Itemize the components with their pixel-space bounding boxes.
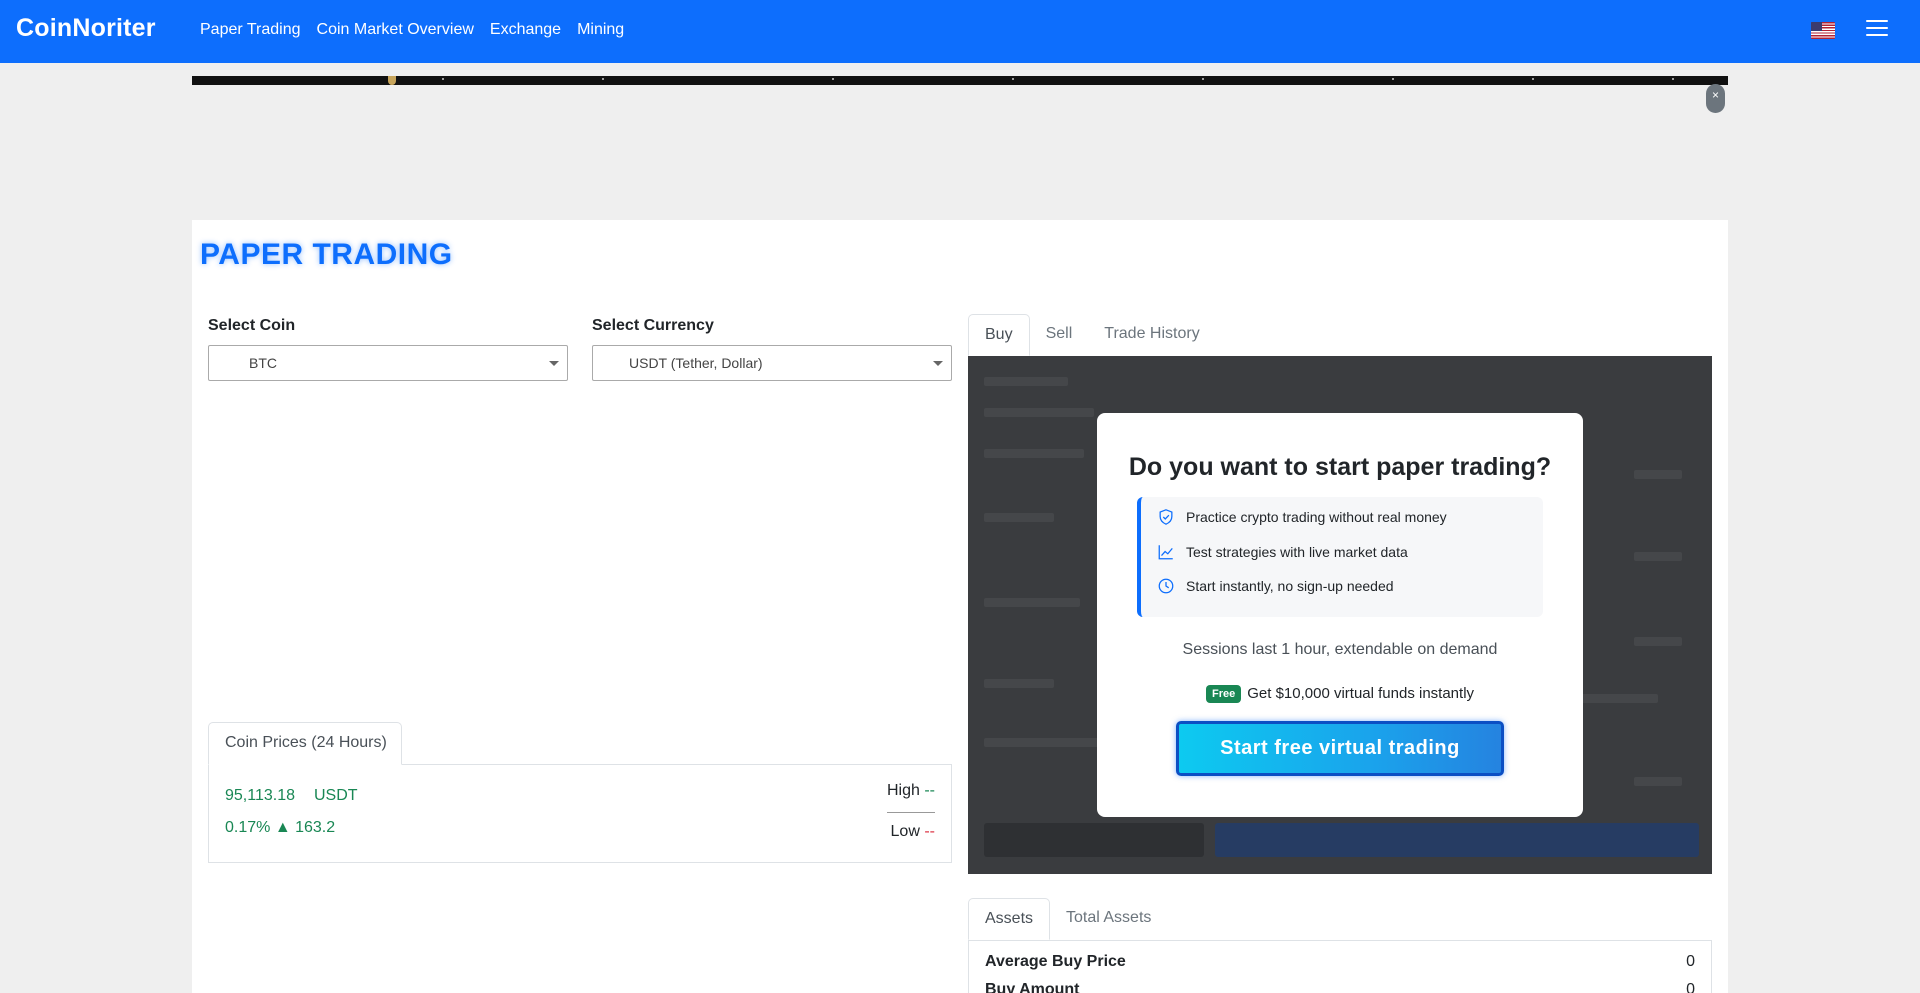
hamburger-menu-icon[interactable] — [1866, 20, 1888, 38]
buy-amount-label: Buy Amount — [985, 981, 1080, 993]
coin-select-value: BTC — [249, 355, 277, 371]
tab-buy[interactable]: Buy — [968, 314, 1030, 356]
tab-coin-prices[interactable]: Coin Prices (24 Hours) — [208, 722, 402, 765]
feature-item: Practice crypto trading without real mon… — [1157, 507, 1447, 527]
clock-icon — [1158, 578, 1174, 594]
tab-sell[interactable]: Sell — [1030, 314, 1089, 356]
tab-trade-history[interactable]: Trade History — [1088, 314, 1215, 356]
low-label: Low — [890, 823, 920, 840]
nav-link-mining[interactable]: Mining — [577, 21, 624, 39]
ad-banner[interactable] — [192, 76, 1728, 85]
high-value: -- — [924, 782, 935, 799]
feature-text: Start instantly, no sign-up needed — [1186, 578, 1394, 594]
us-flag-icon[interactable] — [1811, 22, 1835, 39]
trade-tabs: Buy Sell Trade History — [968, 314, 1216, 356]
select-coin-label: Select Coin — [208, 317, 296, 334]
feature-item: Start instantly, no sign-up needed — [1157, 576, 1394, 596]
session-note: Sessions last 1 hour, extendable on dema… — [1182, 641, 1498, 658]
feature-list: Practice crypto trading without real mon… — [1137, 497, 1543, 617]
buy-amount-value: 0 — [1686, 981, 1695, 993]
average-buy-price-label: Average Buy Price — [985, 953, 1126, 970]
assets-panel: Average Buy Price 0 Buy Amount 0 — [968, 940, 1712, 993]
shield-check-icon — [1159, 509, 1173, 525]
low-value: -- — [924, 823, 935, 840]
chevron-down-icon — [549, 361, 559, 366]
free-funds-row: Free Get $10,000 virtual funds instantly — [1097, 685, 1583, 703]
modal-title: Do you want to start paper trading? — [1128, 453, 1552, 481]
free-funds-text: Get $10,000 virtual funds instantly — [1247, 685, 1475, 702]
brand-logo[interactable]: CoinNoriter — [16, 14, 156, 43]
chevron-down-icon — [933, 361, 943, 366]
coin-select[interactable]: BTC — [208, 345, 568, 381]
current-price: 95,113.18 — [225, 787, 295, 804]
top-navbar: CoinNoriter Paper Trading Coin Market Ov… — [0, 0, 1920, 63]
ad-close-button[interactable]: × — [1706, 84, 1725, 113]
price-currency: USDT — [314, 787, 358, 804]
high-label: High — [886, 782, 920, 799]
high-low-divider — [887, 812, 935, 813]
high-price: High -- — [887, 782, 935, 800]
free-badge: Free — [1205, 685, 1242, 703]
coin-prices-panel: 95,113.18 USDT 0.17% ▲ 163.2 High -- Low… — [208, 764, 952, 863]
nav-link-paper-trading[interactable]: Paper Trading — [200, 21, 301, 39]
start-trading-button[interactable]: Start free virtual trading — [1176, 721, 1504, 776]
currency-select-value: USDT (Tether, Dollar) — [629, 355, 763, 371]
feature-text: Test strategies with live market data — [1186, 544, 1408, 560]
feature-item: Test strategies with live market data — [1157, 542, 1408, 562]
asset-tabs: Assets Total Assets — [968, 898, 1167, 940]
average-buy-price-value: 0 — [1686, 953, 1695, 970]
nav-link-coin-market-overview[interactable]: Coin Market Overview — [317, 21, 474, 39]
tab-assets[interactable]: Assets — [968, 898, 1051, 940]
line-chart-icon — [1158, 545, 1173, 560]
low-price: Low -- — [891, 823, 935, 841]
currency-select[interactable]: USDT (Tether, Dollar) — [592, 345, 952, 381]
nav-link-exchange[interactable]: Exchange — [490, 21, 561, 39]
nav-links: Paper Trading Coin Market Overview Excha… — [200, 21, 624, 39]
paper-trading-modal: Do you want to start paper trading? Prac… — [1097, 413, 1583, 817]
page-title: PAPER TRADING — [200, 238, 453, 271]
feature-text: Practice crypto trading without real mon… — [1186, 509, 1447, 525]
price-change: 0.17% ▲ 163.2 — [225, 819, 336, 836]
select-currency-label: Select Currency — [592, 317, 714, 334]
tab-total-assets[interactable]: Total Assets — [1050, 898, 1167, 940]
